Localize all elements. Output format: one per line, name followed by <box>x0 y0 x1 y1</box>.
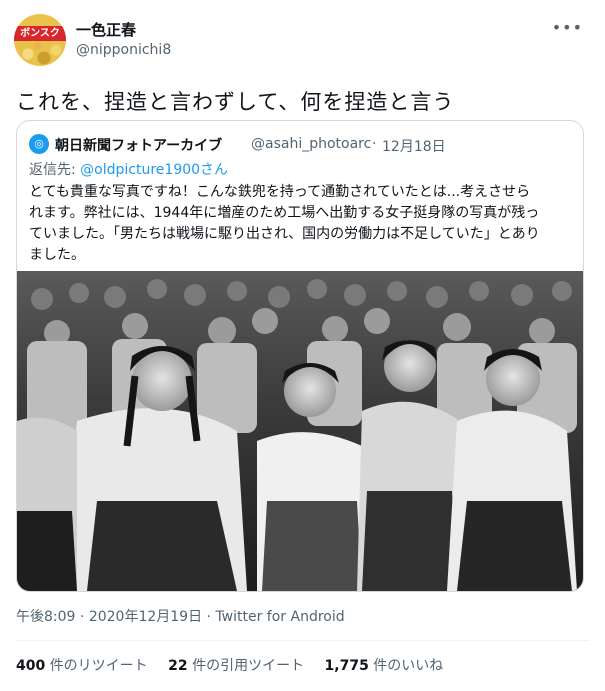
quoted-display-name: 朝日新聞フォトアーカイブ <box>55 138 223 154</box>
reply-prefix: 返信先: <box>29 162 81 178</box>
reply-mention-link[interactable]: @oldpicture1900さん <box>80 162 228 178</box>
meta-separator: · <box>75 609 89 625</box>
quoted-text-line: ていました。「男たちは戦場に駆り出され、国内の労働力は不足していた」とあり <box>29 226 540 242</box>
asahi-logo-icon[interactable]: ◎ <box>29 134 49 154</box>
retweets-stat[interactable]: 400 件のリツイート <box>16 658 148 674</box>
meta-separator: · <box>202 609 216 625</box>
quoted-tweet-text: とても貴重な写真ですね！こんな鉄兜を持って通勤されていたとは...考えさせら れ… <box>29 182 573 266</box>
more-dots-icon[interactable]: ••• <box>552 18 583 37</box>
likes-label: 件のいいね <box>373 658 444 674</box>
avatar-label: ボンスク <box>14 26 66 41</box>
quoted-text-line: とても貴重な写真ですね！こんな鉄兜を持って通勤されていたとは...考えさせら <box>29 184 531 200</box>
tweet-time[interactable]: 午後8:09 <box>16 609 75 625</box>
retweets-count: 400 <box>16 658 46 674</box>
quotes-count: 22 <box>168 658 188 674</box>
author-avatar[interactable]: ボンスク <box>14 14 66 66</box>
divider <box>16 640 589 641</box>
quoted-date[interactable]: 12月18日 <box>382 136 446 156</box>
quoted-separator: · <box>372 136 377 152</box>
reply-to-line: 返信先: @oldpicture1900さん <box>29 159 228 179</box>
author-display-name[interactable]: 一色正春 <box>76 19 136 40</box>
quoted-handle: @asahi_photoarc <box>251 136 372 152</box>
quotes-label: 件の引用ツイート <box>192 658 305 674</box>
quoted-tweet-card[interactable]: ◎ 朝日新聞フォトアーカイブ @asahi_photoarc · 12月18日 … <box>16 120 584 592</box>
quoted-text-line: れます。弊社には、1944年に増産のため工場へ出勤する女子挺身隊の写真が残っ <box>29 205 540 221</box>
engagement-stats: 400 件のリツイート 22 件の引用ツイート 1,775 件のいいね <box>16 655 459 675</box>
author-handle[interactable]: @nipponichi8 <box>76 42 171 58</box>
tweet-text: これを、捏造と言わずして、何を捏造と言う <box>16 90 455 114</box>
likes-count: 1,775 <box>324 658 369 674</box>
tweet-source[interactable]: Twitter for Android <box>215 609 344 625</box>
tweet: ボンスク 一色正春 @nipponichi8 ••• これを、捏造と言わずして、… <box>0 0 605 691</box>
retweets-label: 件のリツイート <box>49 658 148 674</box>
quoted-photo[interactable] <box>17 271 583 591</box>
likes-stat[interactable]: 1,775 件のいいね <box>325 658 444 674</box>
tweet-date[interactable]: 2020年12月19日 <box>89 609 202 625</box>
quotes-stat[interactable]: 22 件の引用ツイート <box>168 658 304 674</box>
quoted-text-line: ました。 <box>29 247 85 263</box>
tweet-metadata: 午後8:09 · 2020年12月19日 · Twitter for Andro… <box>16 606 345 626</box>
